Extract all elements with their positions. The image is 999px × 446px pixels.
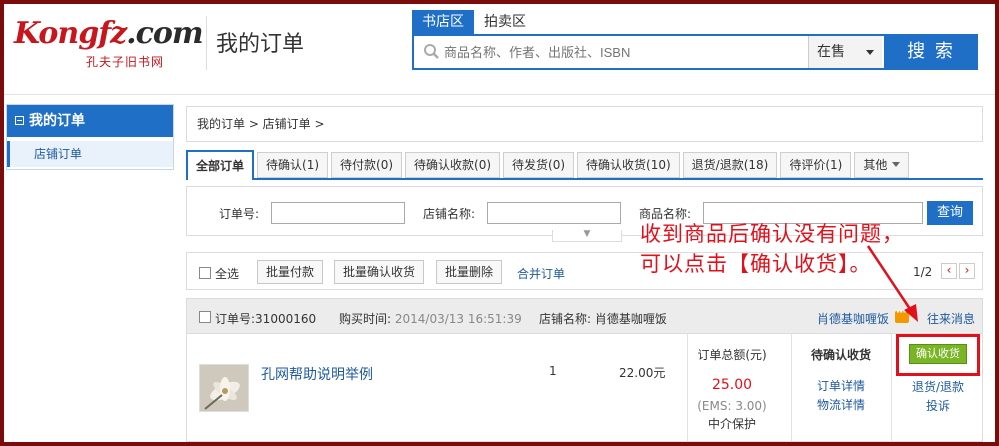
confirm-button-highlight <box>896 334 980 376</box>
search-tab-auction[interactable]: 拍卖区 <box>474 10 536 34</box>
search-tabs: 书店区 拍卖区 <box>412 10 536 34</box>
shop-name-label: 店铺名称: <box>539 312 592 326</box>
logistics-detail-link[interactable]: 物流详情 <box>791 396 891 413</box>
order-row: 孔网帮助说明举例 1 22.00元 订单总额(元) 25.00 (EMS: 3.… <box>186 334 983 442</box>
tab-pending-payment[interactable]: 待付款(0) <box>331 152 403 178</box>
tab-pending-receipt[interactable]: 待确认收货(10) <box>577 152 680 178</box>
order-total-label: 订单总额(元) <box>697 348 767 362</box>
tab-pending-payment-confirm[interactable]: 待确认收款(0) <box>405 152 501 178</box>
shop-name-input[interactable] <box>487 202 621 224</box>
shop-name-value: 肖德基咖喱饭 <box>594 312 667 326</box>
prev-page-button[interactable]: ‹ <box>941 263 957 279</box>
order-no: 订单号:31000160 <box>215 310 316 327</box>
order-no-value: 31000160 <box>255 312 317 326</box>
product-thumbnail[interactable] <box>199 364 249 412</box>
unit-price: 22.00元 <box>619 366 666 380</box>
select-all-checkbox[interactable] <box>199 267 211 279</box>
order-checkbox[interactable] <box>199 311 211 323</box>
instruction-annotation: 收到商品后确认没有问题， 可以点击【确认收货】。 <box>640 219 904 279</box>
page-frame: Kongfz.com 孔夫子旧书网 我的订单 书店区 拍卖区 在售 搜 索 我的… <box>4 4 995 442</box>
quantity: 1 <box>549 364 557 378</box>
query-button[interactable]: 查询 <box>927 201 973 225</box>
sidebar-item-shop-orders[interactable]: 店铺订单 <box>7 141 173 167</box>
buy-time: 购买时间: 2014/03/13 16:51:39 <box>339 310 522 327</box>
refund-link[interactable]: 退货/退款 <box>891 378 985 395</box>
search-button[interactable]: 搜 索 <box>884 36 978 68</box>
order-detail-link[interactable]: 订单详情 <box>791 377 891 394</box>
chevron-down-icon: ▼ <box>583 229 591 239</box>
order-no-input[interactable] <box>271 202 405 224</box>
order-total-cell: 订单总额(元) 25.00 (EMS: 3.00) 中介保护 <box>687 346 777 432</box>
search-icon <box>424 44 439 59</box>
search-scope-select[interactable]: 在售 <box>808 36 882 68</box>
buy-time-label: 购买时间: <box>339 312 392 326</box>
tab-pending-shipment[interactable]: 待发货(0) <box>503 152 575 178</box>
batch-pay-button[interactable]: 批量付款 <box>257 260 324 284</box>
sidebar: 我的订单 店铺订单 <box>6 104 174 170</box>
order-no-label: 订单号: <box>215 312 256 326</box>
header-divider <box>206 16 207 70</box>
order-status: 待确认收货 <box>810 348 871 362</box>
order-header: 订单号:31000160 购买时间: 2014/03/13 16:51:39 店… <box>186 298 983 334</box>
status-cell: 待确认收货 订单详情 物流详情 <box>791 346 891 413</box>
tab-pending-review[interactable]: 待评价(1) <box>780 152 852 178</box>
tab-pending-confirm[interactable]: 待确认(1) <box>257 152 329 178</box>
shipping-fee: (EMS: 3.00) <box>697 399 767 413</box>
flower-image <box>200 365 248 411</box>
history-messages-link[interactable]: 往来消息 <box>927 310 975 327</box>
annotation-line-2: 可以点击【确认收货】。 <box>640 252 872 276</box>
search-box: 在售 搜 索 <box>412 34 978 70</box>
logo-text: Kongfz.com <box>14 16 204 51</box>
tab-all-orders[interactable]: 全部订单 <box>186 150 255 180</box>
tab-other[interactable]: 其他 <box>854 152 910 178</box>
chevron-down-icon <box>892 162 901 167</box>
annotation-line-1: 收到商品后确认没有问题， <box>640 222 904 246</box>
complain-link[interactable]: 投诉 <box>891 397 985 414</box>
shop-name: 店铺名称: 肖德基咖喱饭 <box>539 310 667 327</box>
order-no-label: 订单号: <box>219 207 260 221</box>
sidebar-heading[interactable]: 我的订单 <box>7 105 173 137</box>
batch-delete-button[interactable]: 批量删除 <box>436 260 503 284</box>
search-tab-bookstore[interactable]: 书店区 <box>412 10 474 34</box>
escrow-label: 中介保护 <box>707 417 756 431</box>
tab-returns-refunds[interactable]: 退货/退款(18) <box>682 152 778 178</box>
filter-collapse-toggle[interactable]: ▼ <box>552 230 622 242</box>
order-tabs: 全部订单 待确认(1) 待付款(0) 待确认收款(0) 待发货(0) 待确认收货… <box>186 150 983 180</box>
search-scope-value: 在售 <box>817 44 845 60</box>
merge-orders-link[interactable]: 合并订单 <box>517 265 565 282</box>
order-total-value: 25.00 <box>711 377 753 393</box>
buy-time-value: 2014/03/13 16:51:39 <box>394 312 522 326</box>
logo-subtitle: 孔夫子旧书网 <box>86 55 165 69</box>
header-separator <box>4 94 995 95</box>
select-all-label: 全选 <box>215 267 240 281</box>
collapse-icon <box>15 116 24 125</box>
search-input[interactable] <box>444 40 804 64</box>
after-sale-cell: 退货/退款 投诉 <box>891 378 985 414</box>
page-title: 我的订单 <box>216 32 305 57</box>
annotation-arrow-icon <box>866 245 918 322</box>
kongfz-logo[interactable]: Kongfz.com 孔夫子旧书网 <box>6 6 204 76</box>
breadcrumb: 我的订单 > 店铺订单 > <box>186 106 983 142</box>
tab-other-label: 其他 <box>863 158 888 172</box>
sidebar-heading-label: 我的订单 <box>29 113 85 129</box>
next-page-button[interactable]: › <box>959 263 975 279</box>
batch-confirm-receipt-button[interactable]: 批量确认收货 <box>334 260 425 284</box>
product-title-link[interactable]: 孔网帮助说明举例 <box>261 364 373 384</box>
shop-name-label: 店铺名称: <box>423 207 476 221</box>
chevron-down-icon <box>866 50 874 55</box>
